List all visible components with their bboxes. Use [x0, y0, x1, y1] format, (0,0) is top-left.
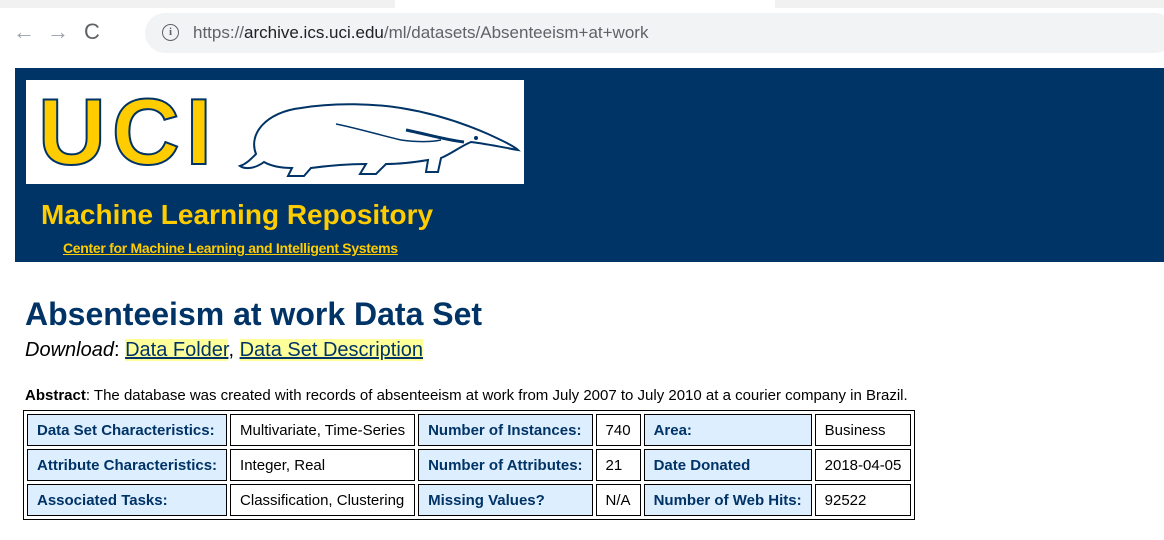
table-value-cell: 92522 [814, 484, 912, 516]
url-host: archive.ics.uci.edu [244, 23, 384, 42]
uci-logo[interactable]: UCI [26, 80, 524, 184]
table-value-cell: Multivariate, Time-Series [230, 414, 416, 446]
table-label-cell: Number of Instances: [418, 414, 593, 446]
table-row: Associated Tasks: Classification, Cluste… [27, 484, 912, 516]
table-label-cell: Associated Tasks: [27, 484, 228, 516]
uci-logo-text: UCI [37, 79, 218, 184]
site-header-banner: UCI Machine Learning Repository Center f… [15, 68, 1164, 262]
table-value-cell: Business [814, 414, 912, 446]
link-separator: , [228, 339, 240, 361]
download-separator: : [113, 339, 126, 361]
table-row: Attribute Characteristics: Integer, Real… [27, 449, 912, 481]
download-row: Download: Data Folder, Data Set Descript… [25, 339, 424, 362]
url-path: /ml/datasets/Absenteeism+at+work [383, 23, 649, 42]
abstract: Abstract: The database was created with … [25, 387, 908, 404]
table-row: Data Set Characteristics: Multivariate, … [27, 414, 912, 446]
info-icon[interactable]: i [162, 24, 179, 41]
table-label-cell: Missing Values? [418, 484, 593, 516]
table-label-cell: Number of Web Hits: [643, 484, 812, 516]
browser-toolbar: ← → C i https://archive.ics.uci.edu/ml/d… [0, 0, 1164, 66]
dataset-characteristics-table: Data Set Characteristics: Multivariate, … [23, 410, 916, 520]
repository-title: Machine Learning Repository [41, 199, 434, 230]
table-label-cell: Area: [643, 414, 812, 446]
reload-icon[interactable]: C [80, 17, 104, 47]
table-value-cell: 2018-04-05 [814, 449, 912, 481]
tab-strip [0, 0, 1164, 8]
table-value-cell: Integer, Real [230, 449, 416, 481]
url-scheme: https:// [193, 23, 245, 42]
url-text[interactable]: https://archive.ics.uci.edu/ml/datasets/… [193, 23, 648, 43]
table-label-cell: Attribute Characteristics: [27, 449, 228, 481]
center-link[interactable]: Center for Machine Learning and Intellig… [63, 240, 398, 256]
data-folder-link[interactable]: Data Folder [125, 339, 229, 361]
table-value-cell: 740 [595, 414, 641, 446]
anteater-icon [237, 103, 521, 177]
back-arrow-icon[interactable]: ← [12, 17, 36, 47]
table-label-cell: Number of Attributes: [418, 449, 593, 481]
address-bar[interactable]: i https://archive.ics.uci.edu/ml/dataset… [145, 13, 1164, 53]
active-tab[interactable] [395, 0, 775, 8]
table-label-cell: Date Donated [643, 449, 812, 481]
table-value-cell: Classification, Clustering [230, 484, 416, 516]
table-value-cell: N/A [595, 484, 641, 516]
download-label: Download [25, 339, 114, 361]
abstract-text: : The database was created with records … [85, 387, 908, 404]
table-label-cell: Data Set Characteristics: [27, 414, 228, 446]
forward-arrow-icon[interactable]: → [46, 17, 70, 47]
abstract-label: Abstract [25, 387, 86, 404]
data-set-description-link[interactable]: Data Set Description [239, 339, 424, 361]
table-value-cell: 21 [595, 449, 641, 481]
page-title: Absenteeism at work Data Set [25, 296, 483, 332]
